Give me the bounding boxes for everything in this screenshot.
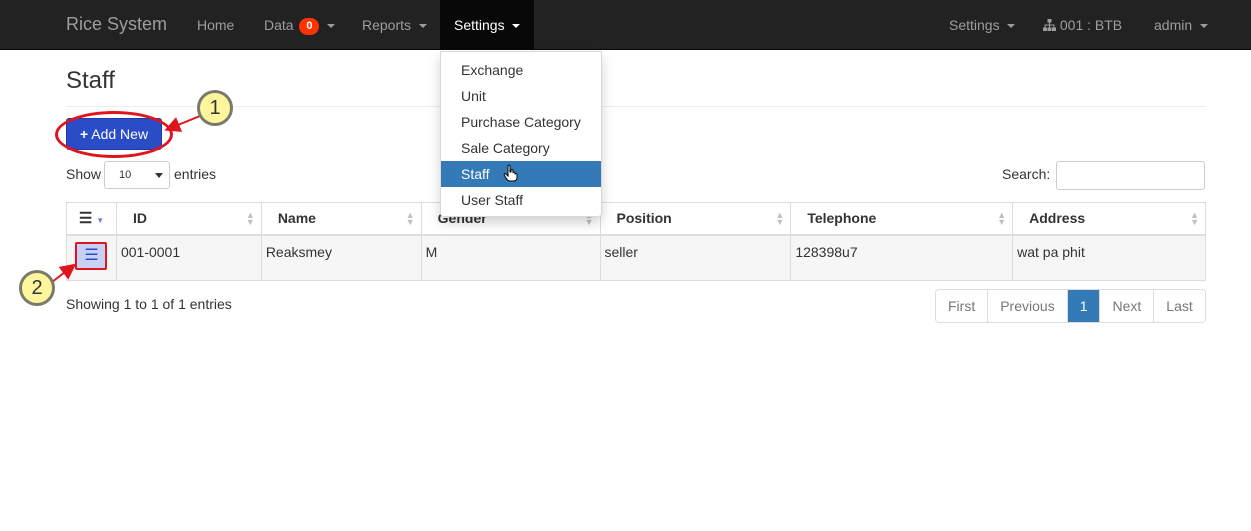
- search-input[interactable]: [1056, 161, 1205, 190]
- column-label: Position: [616, 210, 672, 227]
- nav-home[interactable]: Home: [182, 0, 249, 50]
- highlight-ellipse: [55, 111, 173, 158]
- page-current[interactable]: 1: [1067, 290, 1101, 322]
- hamburger-icon: ☰: [84, 246, 99, 264]
- nav-user-label: admin: [1154, 17, 1193, 33]
- row-menu-button[interactable]: ☰: [75, 241, 108, 270]
- pagination: First Previous 1 Next Last: [935, 289, 1206, 323]
- annotation-marker-2: 2: [19, 270, 55, 306]
- sort-desc-icon: ▼: [96, 216, 105, 226]
- arrow-to-add-button: [164, 115, 201, 132]
- table-info: Showing 1 to 1 of 1 entries: [66, 296, 232, 312]
- data-count-badge: 0: [299, 17, 320, 35]
- annotation-marker-1: 1: [197, 90, 233, 126]
- column-header-name[interactable]: Name ▲ ▼: [260, 202, 422, 236]
- sort-icon: ▲▼: [405, 210, 415, 227]
- page-next[interactable]: Next: [1100, 290, 1155, 322]
- sort-icon: ▲▼: [245, 210, 255, 227]
- nav-home-label: Home: [197, 17, 235, 33]
- column-header-id[interactable]: ID ▲ ▼: [115, 202, 262, 236]
- table-row: ☰ 001-0001 Reaksmey M seller 128398u7 wa…: [66, 234, 1206, 281]
- caret-down-icon: [512, 24, 521, 29]
- menu-item-staff-label: Staff: [461, 166, 490, 182]
- nav-reports-label: Reports: [362, 17, 412, 33]
- page-first[interactable]: First: [936, 290, 989, 322]
- page-last[interactable]: Last: [1154, 290, 1205, 322]
- nav-data-label: Data: [264, 17, 294, 33]
- search-label: Search:: [1002, 166, 1051, 182]
- nav-branch-label: 001 : BTB: [1059, 17, 1123, 33]
- cell-id: 001-0001: [115, 234, 262, 281]
- column-label: ID: [132, 210, 147, 227]
- hamburger-icon: ☰: [78, 210, 93, 228]
- column-label: Name: [277, 210, 316, 227]
- select-arrow-icon: [155, 173, 163, 178]
- entries-label: entries: [174, 166, 217, 182]
- caret-down-icon: [1200, 24, 1209, 29]
- caret-down-icon: [327, 24, 336, 29]
- entries-per-page-select[interactable]: 10: [104, 161, 170, 189]
- column-header-position[interactable]: Position ▲ ▼: [599, 202, 792, 236]
- menu-item-unit[interactable]: Unit: [441, 83, 601, 109]
- column-header-address[interactable]: Address ▲ ▼: [1012, 202, 1206, 236]
- nav-settings[interactable]: Settings: [440, 0, 534, 50]
- settings-dropdown-menu: Exchange Unit Purchase Category Sale Cat…: [440, 51, 602, 217]
- row-action-cell: ☰: [66, 234, 117, 281]
- caret-down-icon: [418, 24, 427, 29]
- page-previous[interactable]: Previous: [988, 290, 1068, 322]
- column-label: Telephone: [807, 210, 877, 227]
- page-title: Staff: [66, 67, 115, 94]
- nav-right-settings-label: Settings: [949, 17, 1000, 33]
- cell-gender: M: [420, 234, 601, 281]
- top-navbar: Rice System Home Data 0 Reports Settings…: [0, 0, 1251, 50]
- sitemap-icon: [1043, 19, 1056, 31]
- nav-branch[interactable]: 001 : BTB: [1028, 0, 1137, 50]
- menu-item-exchange[interactable]: Exchange: [441, 57, 601, 83]
- brand-logo[interactable]: Rice System: [66, 14, 167, 35]
- nav-reports[interactable]: Reports: [347, 0, 442, 50]
- menu-item-purchase-category[interactable]: Purchase Category: [441, 109, 601, 135]
- hand-pointer-cursor-icon: [943, 215, 959, 233]
- menu-item-staff[interactable]: Staff: [441, 161, 601, 187]
- show-label: Show: [66, 166, 102, 182]
- menu-item-user-staff[interactable]: User Staff: [441, 187, 601, 213]
- sort-icon: ▲▼: [775, 210, 785, 227]
- column-header-telephone[interactable]: Telephone ▲ ▼: [790, 202, 1014, 236]
- title-divider: [66, 106, 1206, 107]
- column-menu-header[interactable]: ☰ ▼: [66, 202, 117, 236]
- cell-name: Reaksmey: [260, 234, 422, 281]
- caret-down-icon: [1007, 24, 1016, 29]
- cell-position: seller: [599, 234, 792, 281]
- table-header-row: ☰ ▼ ID ▲▼ Name ▲▼ Gender ▲▼ Position ▲▼ …: [66, 202, 1206, 236]
- column-label: Address: [1029, 210, 1086, 227]
- nav-settings-label: Settings: [454, 17, 505, 33]
- cell-telephone: 128398u7: [790, 234, 1014, 281]
- sort-icon: ▲▼: [997, 210, 1007, 227]
- hand-cursor-icon: [503, 164, 518, 182]
- entries-value: 10: [119, 169, 132, 181]
- nav-data[interactable]: Data 0: [249, 0, 350, 50]
- cell-address: wat pa phit: [1012, 234, 1206, 281]
- menu-item-sale-category[interactable]: Sale Category: [441, 135, 601, 161]
- nav-user-menu[interactable]: admin: [1139, 0, 1223, 50]
- nav-right-settings[interactable]: Settings: [934, 0, 1030, 50]
- sort-icon: ▲▼: [1190, 210, 1199, 227]
- staff-table: ☰ ▼ ID ▲▼ Name ▲▼ Gender ▲▼ Position ▲▼ …: [66, 202, 1206, 281]
